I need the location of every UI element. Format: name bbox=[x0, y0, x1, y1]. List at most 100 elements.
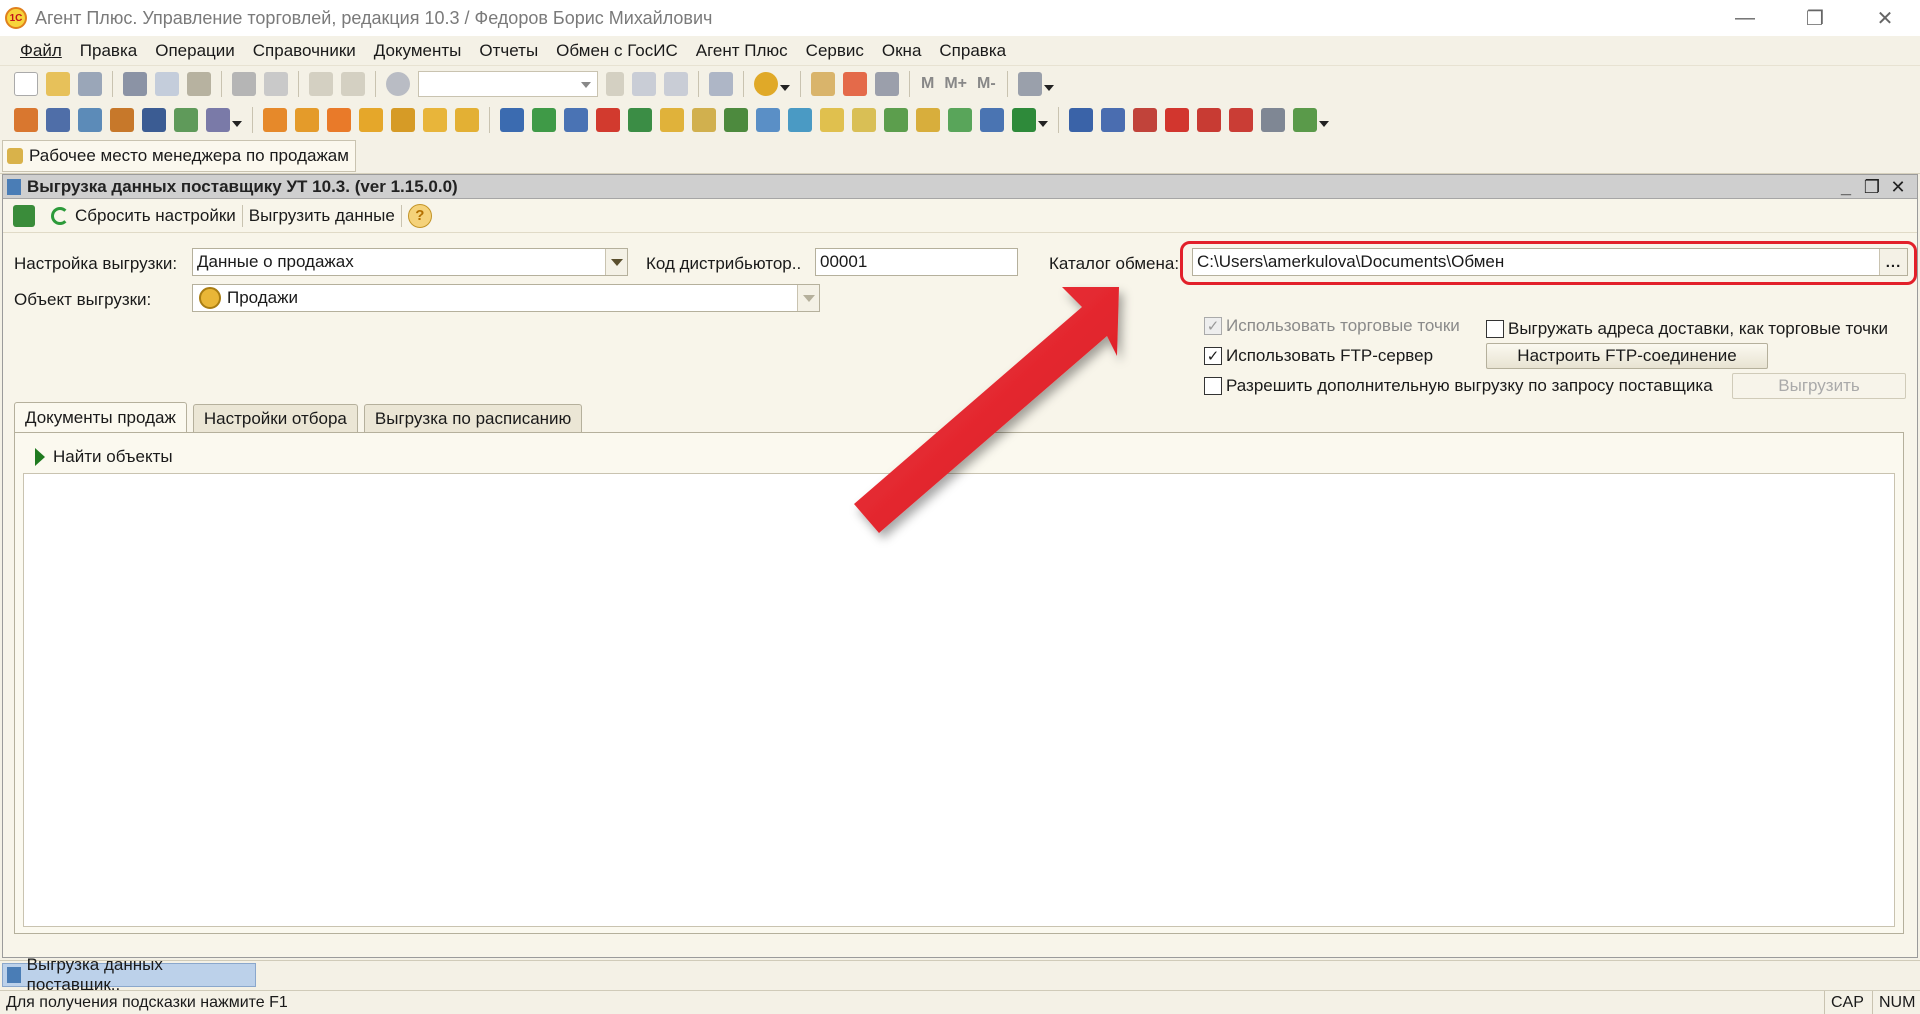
windows-icon[interactable] bbox=[709, 72, 733, 96]
pencil-icon[interactable] bbox=[206, 108, 230, 132]
ftp-checkbox[interactable]: ✓ Использовать FTP-сервер bbox=[1204, 346, 1433, 366]
objects-list[interactable] bbox=[23, 473, 1895, 927]
warehouse-icon[interactable] bbox=[174, 108, 198, 132]
report-sum4-icon[interactable] bbox=[1165, 108, 1189, 132]
find-objects-button[interactable]: Найти объекты bbox=[35, 447, 173, 467]
delivery-address-checkbox[interactable]: Выгружать адреса доставки, как торговые … bbox=[1486, 319, 1888, 339]
memory-minus-button[interactable]: M- bbox=[977, 75, 996, 93]
menu-help[interactable]: Справка bbox=[930, 41, 1015, 61]
ledger-icon[interactable] bbox=[110, 108, 134, 132]
object-select[interactable]: Продажи bbox=[192, 284, 820, 312]
tools-icon[interactable] bbox=[1017, 72, 1042, 96]
doc-restore-icon[interactable]: ❐ bbox=[1859, 177, 1885, 198]
extra-export-checkbox[interactable]: Разрешить дополнительную выгрузку по зап… bbox=[1204, 376, 1713, 396]
calculator-icon[interactable] bbox=[811, 72, 835, 96]
menu-documents[interactable]: Документы bbox=[365, 41, 471, 61]
invoice-icon[interactable] bbox=[391, 108, 415, 132]
menu-gosis[interactable]: Обмен с ГосИС bbox=[547, 41, 687, 61]
find-next-icon[interactable] bbox=[632, 72, 656, 96]
ftp-settings-button[interactable]: Настроить FTP-соединение bbox=[1486, 343, 1768, 369]
info-dropdown-icon[interactable] bbox=[780, 85, 790, 91]
tab-schedule[interactable]: Выгрузка по расписанию bbox=[363, 404, 583, 432]
help-button[interactable]: ? bbox=[402, 203, 438, 228]
transfer-icon[interactable] bbox=[596, 108, 620, 132]
export-button[interactable]: Выгрузить bbox=[1732, 373, 1906, 399]
menu-agent-plus[interactable]: Агент Плюс bbox=[687, 41, 797, 61]
refresh-doc-icon[interactable] bbox=[788, 108, 812, 132]
doc-close-icon[interactable]: ✕ bbox=[1885, 177, 1911, 198]
report-sum5-icon[interactable] bbox=[1197, 108, 1221, 132]
check-doc-icon[interactable] bbox=[884, 108, 908, 132]
menu-windows[interactable]: Окна bbox=[873, 41, 931, 61]
open-icon[interactable] bbox=[46, 72, 70, 96]
sale-return-icon[interactable] bbox=[327, 108, 351, 132]
purchase-icon[interactable] bbox=[500, 108, 524, 132]
find-prev-icon[interactable] bbox=[664, 72, 688, 96]
report-check-icon[interactable] bbox=[1293, 108, 1317, 132]
undo-icon[interactable] bbox=[309, 72, 333, 96]
reports-dropdown-icon[interactable] bbox=[1319, 121, 1329, 127]
tab-filter-settings[interactable]: Настройки отбора bbox=[192, 404, 358, 432]
coins-icon[interactable] bbox=[423, 108, 447, 132]
save-icon[interactable] bbox=[78, 72, 102, 96]
clear-search-icon[interactable] bbox=[606, 72, 624, 96]
redo-icon[interactable] bbox=[341, 72, 365, 96]
tools-dropdown-icon[interactable] bbox=[1043, 85, 1054, 91]
quick-search-input[interactable] bbox=[418, 71, 598, 97]
journal-icon[interactable] bbox=[46, 108, 70, 132]
memory-m-button[interactable]: M bbox=[921, 75, 934, 93]
setting-dropdown-icon[interactable] bbox=[605, 249, 627, 275]
discount-icon[interactable] bbox=[948, 108, 972, 132]
inventory-icon[interactable] bbox=[756, 108, 780, 132]
employees-icon[interactable] bbox=[142, 108, 166, 132]
report-sum-icon[interactable] bbox=[1069, 108, 1093, 132]
sale-icon[interactable] bbox=[295, 108, 319, 132]
reset-settings-button[interactable]: Сбросить настройки bbox=[45, 206, 242, 226]
search-icon[interactable] bbox=[386, 72, 410, 96]
price-icon[interactable] bbox=[852, 108, 876, 132]
close-icon[interactable]: ✕ bbox=[1850, 0, 1920, 36]
report-sum6-icon[interactable] bbox=[1229, 108, 1253, 132]
menu-reports[interactable]: Отчеты bbox=[470, 41, 547, 61]
info-icon[interactable] bbox=[754, 72, 778, 96]
catalog-books-icon[interactable] bbox=[14, 108, 38, 132]
excel-icon[interactable] bbox=[1012, 108, 1036, 132]
stack-coins-icon[interactable] bbox=[660, 108, 684, 132]
minimize-icon[interactable]: — bbox=[1710, 0, 1780, 36]
export-data-button[interactable]: Выгрузить данные bbox=[243, 206, 401, 226]
trade-points-checkbox[interactable]: ✓ Использовать торговые точки bbox=[1204, 316, 1460, 336]
distributor-field[interactable]: 00001 bbox=[815, 248, 1018, 276]
menu-file[interactable]: Файл bbox=[12, 41, 71, 61]
setting-select[interactable]: Данные о продажах bbox=[192, 248, 628, 276]
menu-catalogs[interactable]: Справочники bbox=[244, 41, 365, 61]
report-sum2-icon[interactable] bbox=[1101, 108, 1125, 132]
memory-plus-button[interactable]: M+ bbox=[944, 75, 967, 93]
users-icon[interactable] bbox=[875, 72, 899, 96]
taskbar-item[interactable]: Выгрузка данных поставщик.. bbox=[2, 955, 256, 994]
report-sum3-icon[interactable] bbox=[1133, 108, 1157, 132]
menu-edit[interactable]: Правка bbox=[71, 41, 146, 61]
register-icon[interactable] bbox=[78, 108, 102, 132]
new-icon[interactable] bbox=[14, 72, 38, 96]
restore-icon[interactable]: ❐ bbox=[1780, 0, 1850, 36]
return-icon[interactable] bbox=[564, 108, 588, 132]
menu-operations[interactable]: Операции bbox=[146, 41, 244, 61]
calendar-icon[interactable] bbox=[843, 72, 867, 96]
export-icon-button[interactable] bbox=[7, 204, 45, 227]
report-table-icon[interactable] bbox=[1261, 108, 1285, 132]
copy-icon[interactable] bbox=[155, 72, 179, 96]
receipt-icon[interactable] bbox=[532, 108, 556, 132]
doc-minimize-icon[interactable]: _ bbox=[1833, 177, 1859, 198]
paste-icon[interactable] bbox=[187, 72, 211, 96]
toolbar2-dropdown-icon[interactable] bbox=[232, 121, 242, 127]
tab-sales-documents[interactable]: Документы продаж bbox=[14, 402, 187, 432]
menu-service[interactable]: Сервис bbox=[797, 41, 873, 61]
object-dropdown-icon[interactable] bbox=[797, 285, 819, 311]
writeoff-icon[interactable] bbox=[724, 108, 748, 132]
cut-icon[interactable] bbox=[123, 72, 147, 96]
print-preview-icon[interactable] bbox=[264, 72, 288, 96]
workplace-button[interactable]: Рабочее место менеджера по продажам bbox=[2, 140, 356, 172]
print-icon[interactable] bbox=[232, 72, 256, 96]
order-icon[interactable] bbox=[263, 108, 287, 132]
docs-dropdown-icon[interactable] bbox=[1038, 121, 1048, 127]
